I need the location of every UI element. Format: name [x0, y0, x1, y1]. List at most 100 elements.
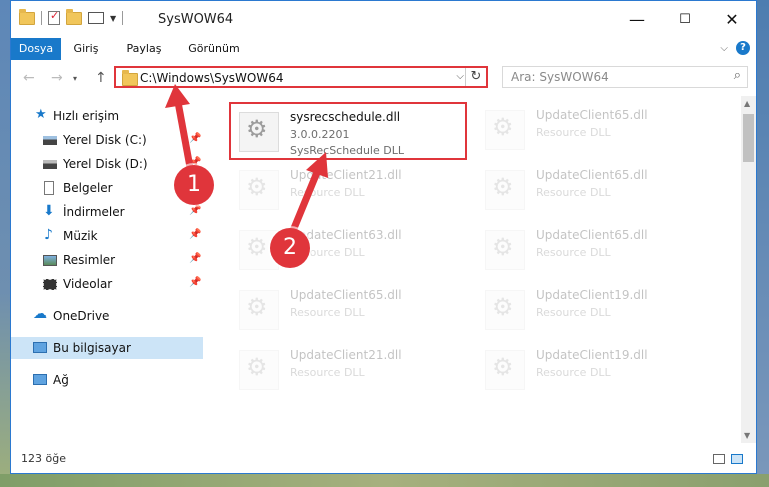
file-description: Resource DLL: [290, 186, 365, 199]
sidebar-item-local-disk-d[interactable]: Yerel Disk (D:) 📌: [11, 153, 203, 175]
tab-share[interactable]: Paylaş: [115, 38, 173, 60]
address-bar[interactable]: C:\Windows\SysWOW64 ⌵ ↻: [114, 66, 488, 88]
file-description: Resource DLL: [536, 186, 611, 199]
sidebar-item-label: Müzik: [63, 229, 98, 243]
tab-view[interactable]: Görünüm: [177, 38, 251, 60]
computer-icon: [33, 342, 47, 353]
sidebar-item-label: Resimler: [63, 253, 116, 267]
ribbon-tabs: Dosya Giriş Paylaş Görünüm ⌵ ?: [11, 38, 756, 92]
cloud-icon: ☁: [33, 306, 47, 322]
file-item[interactable]: UpdateClient65.dll Resource DLL: [477, 162, 707, 216]
file-item[interactable]: UpdateClient21.dll Resource DLL: [231, 342, 461, 396]
maximize-button[interactable]: ☐: [662, 1, 708, 38]
folder-icon: [122, 70, 138, 86]
search-placeholder: Ara: SysWOW64: [511, 70, 609, 84]
sidebar-item-music[interactable]: ♪ Müzik 📌: [11, 225, 203, 247]
file-description: Resource DLL: [536, 126, 611, 139]
file-item[interactable]: UpdateClient65.dll Resource DLL: [477, 102, 707, 156]
search-icon[interactable]: ⌕: [734, 68, 741, 83]
pin-icon[interactable]: 📌: [189, 253, 201, 264]
scroll-up-icon[interactable]: ▲: [744, 99, 750, 108]
file-item[interactable]: UpdateClient65.dll Resource DLL: [231, 282, 461, 336]
file-name: UpdateClient65.dll: [536, 228, 648, 242]
pictures-icon: [43, 255, 57, 266]
file-name: UpdateClient19.dll: [536, 348, 648, 362]
tab-home[interactable]: Giriş: [61, 38, 111, 60]
customize-icon[interactable]: [88, 12, 104, 24]
dll-file-icon: [485, 230, 525, 270]
dll-file-icon: [239, 170, 279, 210]
separator: [41, 11, 42, 25]
status-bar: 123 öğe: [11, 443, 756, 473]
pin-icon[interactable]: 📌: [189, 205, 201, 216]
details-view-icon[interactable]: [713, 454, 725, 464]
new-folder-icon[interactable]: [66, 8, 82, 25]
properties-check-icon[interactable]: [48, 9, 60, 25]
address-path[interactable]: C:\Windows\SysWOW64: [140, 71, 284, 85]
explorer-window: ▼ SysWOW64 — ☐ ✕ Dosya Giriş Paylaş Görü…: [10, 0, 757, 474]
file-description: Resource DLL: [290, 366, 365, 379]
file-item[interactable]: UpdateClient19.dll Resource DLL: [477, 282, 707, 336]
file-version: 3.0.0.2201: [290, 128, 350, 141]
file-item[interactable]: UpdateClient65.dll Resource DLL: [477, 222, 707, 276]
file-item[interactable]: UpdateClient63.dll Resource DLL: [231, 222, 461, 276]
file-name: UpdateClient65.dll: [536, 108, 648, 122]
help-icon[interactable]: ?: [736, 41, 750, 55]
window-title: SysWOW64: [158, 12, 234, 27]
scroll-down-icon[interactable]: ▼: [744, 431, 750, 440]
music-icon: ♪: [44, 227, 53, 243]
step-2-badge: 2: [270, 228, 310, 268]
dll-file-icon: [239, 350, 279, 390]
file-description: Resource DLL: [536, 306, 611, 319]
file-item[interactable]: UpdateClient19.dll Resource DLL: [477, 342, 707, 396]
file-name: UpdateClient19.dll: [536, 288, 648, 302]
sidebar-item-label: Videolar: [63, 277, 113, 291]
sidebar-item-pictures[interactable]: Resimler 📌: [11, 249, 203, 271]
item-count: 123 öğe: [21, 452, 66, 465]
minimize-button[interactable]: —: [614, 1, 660, 38]
recent-dropdown-icon[interactable]: ▾: [73, 74, 77, 83]
folder-icon: [19, 8, 35, 25]
sidebar-item-this-pc[interactable]: Bu bilgisayar: [11, 337, 203, 359]
expand-ribbon-icon[interactable]: ⌵: [720, 43, 728, 54]
documents-icon: [44, 181, 54, 195]
sidebar-item-label: İndirmeler: [63, 205, 125, 219]
dll-file-icon: [485, 350, 525, 390]
sidebar-item-onedrive[interactable]: ☁ OneDrive: [11, 305, 203, 327]
separator: [122, 11, 124, 25]
file-description: SysRecSchedule DLL: [290, 144, 404, 157]
file-item[interactable]: UpdateClient21.dll Resource DLL: [231, 162, 461, 216]
sidebar-item-label: Belgeler: [63, 181, 113, 195]
sidebar-item-quick-access[interactable]: ★ Hızlı erişim: [11, 105, 203, 127]
pin-icon[interactable]: 📌: [189, 133, 201, 144]
large-icons-view-icon[interactable]: [731, 454, 743, 464]
pin-icon[interactable]: 📌: [189, 229, 201, 240]
qat-dropdown-icon[interactable]: ▼: [110, 14, 116, 23]
up-icon[interactable]: ↑: [95, 70, 107, 86]
file-description: Resource DLL: [290, 306, 365, 319]
sidebar-item-network[interactable]: Ağ: [11, 369, 203, 391]
address-dropdown-icon[interactable]: ⌵: [456, 71, 464, 82]
file-description: Resource DLL: [536, 366, 611, 379]
quick-access-toolbar: ▼: [19, 8, 124, 25]
file-name: UpdateClient21.dll: [290, 168, 402, 182]
sidebar-item-label: OneDrive: [53, 309, 110, 323]
title-bar: ▼ SysWOW64 — ☐ ✕: [11, 1, 756, 38]
back-icon[interactable]: ←: [23, 70, 35, 86]
sidebar-item-downloads[interactable]: ⬇ İndirmeler 📌: [11, 201, 203, 223]
vertical-scrollbar[interactable]: ▲ ▼: [741, 96, 756, 443]
file-list: sysrecschedule.dll 3.0.0.2201 SysRecSche…: [217, 96, 741, 443]
scroll-thumb[interactable]: [743, 114, 754, 162]
file-name: UpdateClient65.dll: [536, 168, 648, 182]
file-description: Resource DLL: [536, 246, 611, 259]
forward-icon[interactable]: →: [51, 70, 63, 86]
sidebar-item-label: Yerel Disk (C:): [63, 133, 147, 147]
sidebar-item-local-disk-c[interactable]: Yerel Disk (C:) 📌: [11, 129, 203, 151]
close-button[interactable]: ✕: [709, 1, 755, 38]
dll-file-icon: [485, 110, 525, 150]
refresh-icon[interactable]: ↻: [465, 68, 486, 86]
search-box[interactable]: Ara: SysWOW64 ⌕: [502, 66, 748, 88]
pin-icon[interactable]: 📌: [189, 277, 201, 288]
sidebar-item-videos[interactable]: Videolar 📌: [11, 273, 203, 295]
file-item-sysrecschedule[interactable]: sysrecschedule.dll 3.0.0.2201 SysRecSche…: [229, 102, 467, 160]
